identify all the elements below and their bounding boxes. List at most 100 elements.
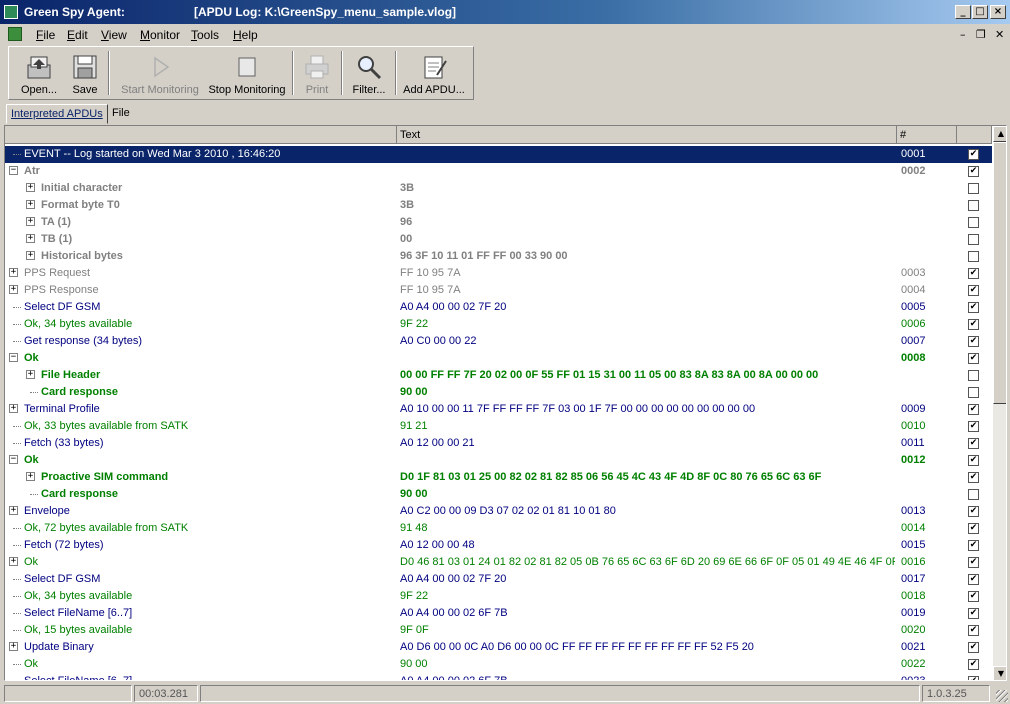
expand-icon[interactable]: +	[9, 642, 18, 651]
row-checkbox[interactable]: ✔	[968, 353, 979, 364]
apdu-row[interactable]: Fetch (33 bytes) A0 12 00 00 21 0011 ✔	[5, 435, 992, 452]
expand-icon[interactable]: +	[26, 234, 35, 243]
collapse-icon[interactable]: −	[9, 166, 18, 175]
expand-icon[interactable]: +	[26, 472, 35, 481]
apdu-row[interactable]: Select FileName [6..7] A0 A4 00 00 02 6F …	[5, 673, 992, 680]
column-header-name[interactable]	[5, 126, 397, 144]
row-checkbox[interactable]: ✔	[968, 421, 979, 432]
row-checkbox[interactable]: ✔	[968, 404, 979, 415]
row-checkbox[interactable]: ✔	[968, 166, 979, 177]
scroll-thumb[interactable]	[993, 142, 1006, 404]
expand-icon[interactable]: +	[9, 506, 18, 515]
mdi-close-button[interactable]: ✕	[995, 28, 1004, 41]
apdu-tree-list[interactable]: Text # EVENT -- Log started on Wed Mar 3…	[4, 125, 1007, 681]
apdu-row[interactable]: Ok, 34 bytes available 9F 22 0006 ✔	[5, 316, 992, 333]
apdu-row[interactable]: Ok, 34 bytes available 9F 22 0018 ✔	[5, 588, 992, 605]
row-checkbox[interactable]	[968, 200, 979, 211]
row-checkbox[interactable]: ✔	[968, 472, 979, 483]
row-checkbox[interactable]: ✔	[968, 557, 979, 568]
resize-grip[interactable]	[996, 690, 1008, 702]
row-checkbox[interactable]: ✔	[968, 285, 979, 296]
expand-icon[interactable]: +	[9, 285, 18, 294]
column-header-number[interactable]: #	[897, 126, 957, 144]
row-checkbox[interactable]: ✔	[968, 438, 979, 449]
expand-icon[interactable]: +	[26, 370, 35, 379]
print-button[interactable]: Print	[297, 47, 337, 99]
expand-icon[interactable]: +	[26, 251, 35, 260]
save-button[interactable]: Save	[65, 47, 105, 99]
tab-file[interactable]: File	[108, 104, 134, 124]
menu-view[interactable]: View	[101, 28, 127, 42]
apdu-row[interactable]: Select DF GSM A0 A4 00 00 02 7F 20 0017 ✔	[5, 571, 992, 588]
apdu-row[interactable]: Card response 90 00	[5, 384, 992, 401]
row-checkbox[interactable]: ✔	[968, 574, 979, 585]
collapse-icon[interactable]: −	[9, 353, 18, 362]
expand-icon[interactable]: +	[9, 268, 18, 277]
row-checkbox[interactable]: ✔	[968, 608, 979, 619]
row-checkbox[interactable]	[968, 183, 979, 194]
scroll-up-button[interactable]: ▲	[993, 126, 1006, 142]
apdu-row[interactable]: Get response (34 bytes) A0 C0 00 00 22 000…	[5, 333, 992, 350]
apdu-row[interactable]: EVENT -- Log started on Wed Mar 3 2010 ,…	[5, 146, 992, 163]
column-header-check[interactable]	[957, 126, 992, 144]
column-header-text[interactable]: Text	[397, 126, 897, 144]
apdu-row[interactable]: + Proactive SIM command D0 1F 81 03 01 25 …	[5, 469, 992, 486]
row-checkbox[interactable]: ✔	[968, 336, 979, 347]
mdi-minimize-button[interactable]: –	[960, 28, 966, 41]
menu-help[interactable]: Help	[233, 28, 258, 42]
expand-icon[interactable]: +	[9, 404, 18, 413]
row-checkbox[interactable]: ✔	[968, 268, 979, 279]
row-checkbox[interactable]: ✔	[968, 302, 979, 313]
apdu-row[interactable]: Ok, 33 bytes available from SATK 91 21 001…	[5, 418, 992, 435]
apdu-row[interactable]: Ok 90 00 0022 ✔	[5, 656, 992, 673]
row-checkbox[interactable]: ✔	[968, 506, 979, 517]
apdu-row[interactable]: Ok, 72 bytes available from SATK 91 48 001…	[5, 520, 992, 537]
row-checkbox[interactable]	[968, 217, 979, 228]
apdu-row[interactable]: + Ok D0 46 81 03 01 24 01 82 02 81 82 05 0…	[5, 554, 992, 571]
open-button[interactable]: Open...	[13, 47, 65, 99]
menu-monitor[interactable]: Monitor	[140, 28, 180, 42]
row-checkbox[interactable]: ✔	[968, 642, 979, 653]
title-bar[interactable]: Green Spy Agent: [APDU Log: K:\GreenSpy_…	[0, 0, 1010, 24]
row-checkbox[interactable]: ✔	[968, 540, 979, 551]
collapse-icon[interactable]: −	[9, 455, 18, 464]
apdu-row[interactable]: − Ok 0012 ✔	[5, 452, 992, 469]
filter-button[interactable]: Filter...	[346, 47, 392, 99]
expand-icon[interactable]: +	[9, 557, 18, 566]
menu-tools[interactable]: Tools	[191, 28, 219, 42]
row-checkbox[interactable]: ✔	[968, 625, 979, 636]
apdu-row[interactable]: + Format byte T0 3B	[5, 197, 992, 214]
apdu-row[interactable]: + TB (1) 00	[5, 231, 992, 248]
app-icon[interactable]	[4, 5, 18, 19]
apdu-row[interactable]: + Initial character 3B	[5, 180, 992, 197]
menu-file[interactable]: File	[36, 28, 55, 42]
document-icon[interactable]	[8, 27, 22, 41]
row-checkbox[interactable]: ✔	[968, 523, 979, 534]
row-checkbox[interactable]: ✔	[968, 676, 979, 680]
vertical-scrollbar[interactable]: ▲ ▼	[993, 126, 1006, 680]
expand-icon[interactable]: +	[26, 183, 35, 192]
apdu-row[interactable]: + PPS Response FF 10 95 7A 0004 ✔	[5, 282, 992, 299]
scroll-down-button[interactable]: ▼	[993, 666, 1006, 680]
row-checkbox[interactable]: ✔	[968, 319, 979, 330]
apdu-row[interactable]: + File Header 00 00 FF FF 7F 20 02 00 0F 5…	[5, 367, 992, 384]
apdu-row[interactable]: + Update Binary A0 D6 00 00 0C A0 D6 00 00…	[5, 639, 992, 656]
apdu-row[interactable]: Select DF GSM A0 A4 00 00 02 7F 20 0005 ✔	[5, 299, 992, 316]
close-button[interactable]: ×	[990, 5, 1006, 19]
apdu-row[interactable]: Select FileName [6..7] A0 A4 00 00 02 6F …	[5, 605, 992, 622]
apdu-row[interactable]: + PPS Request FF 10 95 7A 0003 ✔	[5, 265, 992, 282]
row-checkbox[interactable]: ✔	[968, 455, 979, 466]
apdu-row[interactable]: + Envelope A0 C2 00 00 09 D3 07 02 02 01 8…	[5, 503, 992, 520]
apdu-row[interactable]: + Historical bytes 96 3F 10 11 01 FF FF 00…	[5, 248, 992, 265]
apdu-row[interactable]: + TA (1) 96	[5, 214, 992, 231]
row-checkbox[interactable]	[968, 251, 979, 262]
apdu-row[interactable]: Card response 90 00	[5, 486, 992, 503]
row-checkbox[interactable]	[968, 234, 979, 245]
mdi-restore-button[interactable]: ❐	[976, 28, 986, 41]
expand-icon[interactable]: +	[26, 217, 35, 226]
row-checkbox[interactable]	[968, 489, 979, 500]
apdu-row[interactable]: + Terminal Profile A0 10 00 00 11 7F FF FF…	[5, 401, 992, 418]
row-checkbox[interactable]: ✔	[968, 659, 979, 670]
row-checkbox[interactable]: ✔	[968, 149, 979, 160]
row-checkbox[interactable]: ✔	[968, 591, 979, 602]
